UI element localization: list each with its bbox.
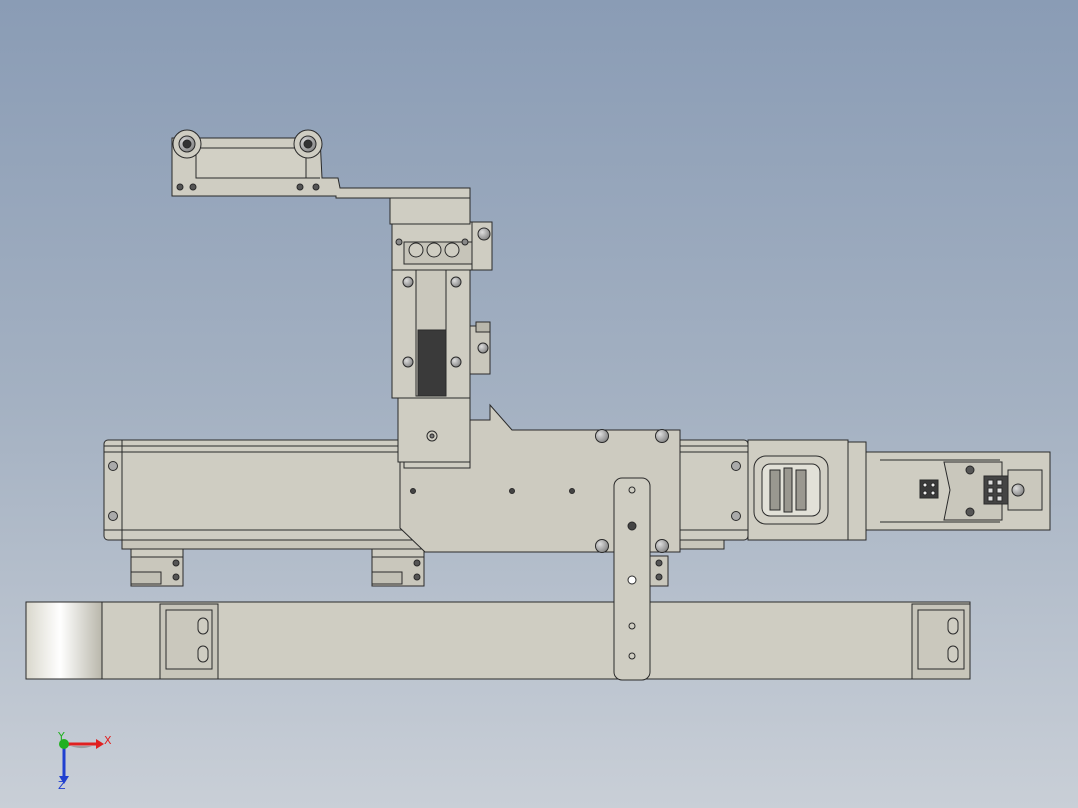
- bracket-arm: [613, 477, 651, 681]
- coupling-housing: [747, 439, 867, 541]
- servo-motor: [865, 451, 1051, 531]
- x-axis-label: X: [104, 734, 112, 747]
- cad-viewport[interactable]: X Y Z: [0, 0, 1078, 808]
- top-gripper-arm: [171, 129, 471, 199]
- y-axis-label: Y: [57, 730, 65, 743]
- z-axis-label: Z: [58, 779, 66, 792]
- cad-model-view[interactable]: X Y Z: [0, 0, 1078, 808]
- coordinate-triad: X Y Z: [57, 730, 112, 792]
- x-axis-arrowhead: [96, 739, 104, 749]
- linear-actuator-assembly: [25, 129, 1051, 681]
- base-rail: [25, 601, 971, 680]
- mounting-feet: [130, 548, 669, 587]
